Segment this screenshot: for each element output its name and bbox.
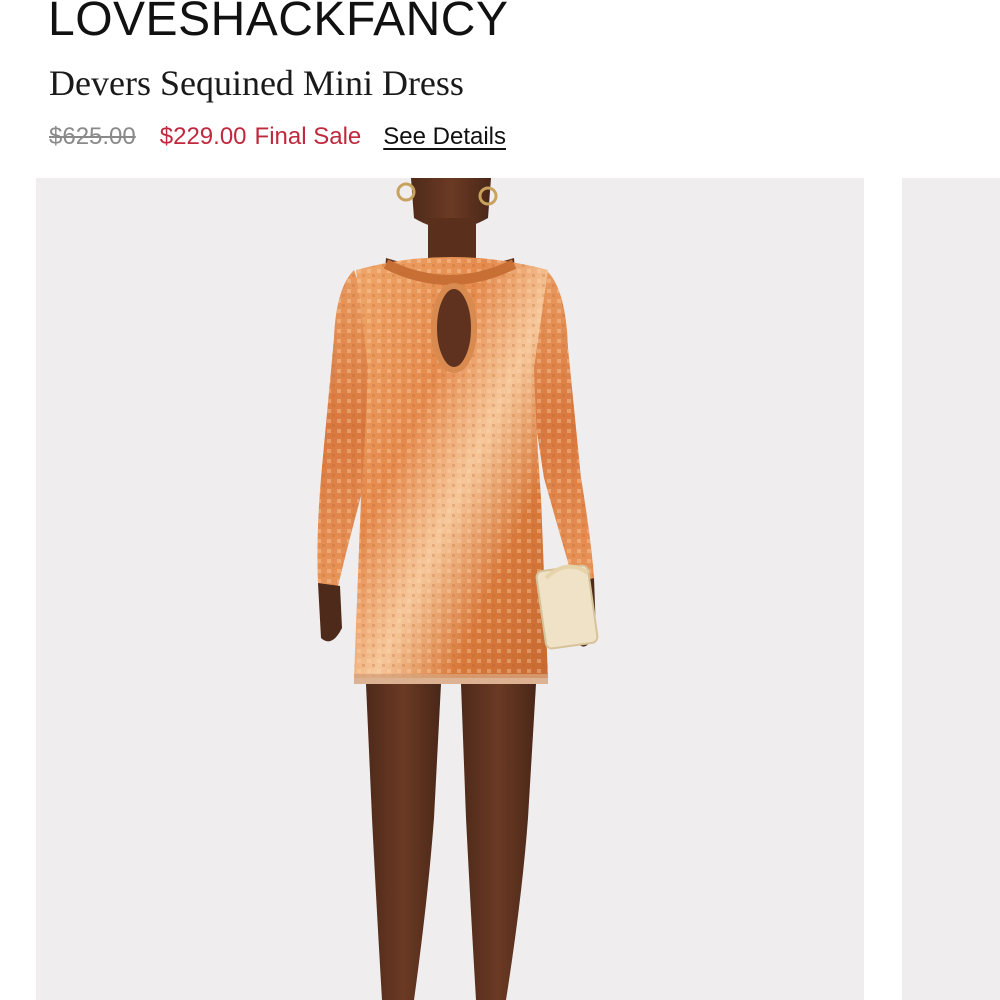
model-dress-illustration	[317, 178, 599, 1000]
brand-name[interactable]: LOVESHACKFANCY	[48, 0, 508, 48]
sale-price: $229.00	[159, 123, 247, 150]
price-row: $625.00 $229.00 Final Sale See Details	[49, 120, 506, 154]
product-title: Devers Sequined Mini Dress	[49, 63, 464, 103]
product-page: LOVESHACKFANCY Devers Sequined Mini Dres…	[0, 0, 1000, 1000]
see-details-link[interactable]: See Details	[383, 123, 506, 151]
final-sale-label: Final Sale	[254, 123, 362, 150]
product-image-main[interactable]	[36, 178, 864, 1000]
product-image-next[interactable]	[902, 178, 1000, 1000]
original-price: $625.00	[49, 123, 136, 150]
